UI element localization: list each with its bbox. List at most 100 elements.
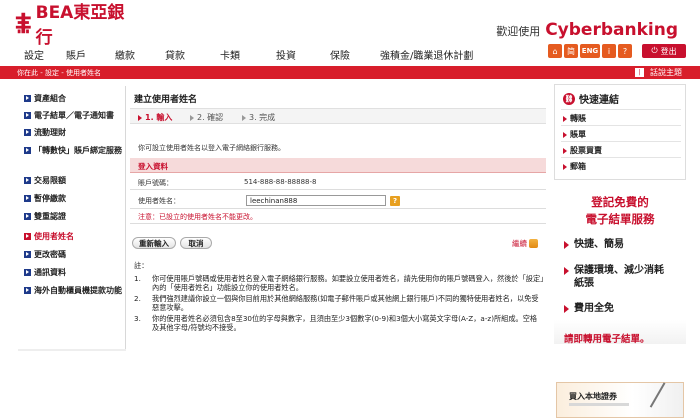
- breadcrumb: 你在此 - 設定 - 使用者姓名: [17, 69, 101, 77]
- arrow-icon: [564, 267, 569, 275]
- note-text: 你可使用賬戶號碼或使用者姓名登入電子網絡銀行服務。如要設立使用者姓名，請先使用你…: [152, 273, 544, 293]
- sidebar-item-label: 資產組合: [34, 94, 66, 103]
- sidebar-item-transaction-limit[interactable]: 交易限額: [24, 176, 124, 186]
- securities-banner[interactable]: 買入本地證券: [556, 382, 687, 420]
- promo-title-line2: 電子結單服務: [585, 212, 655, 226]
- bullet-icon: [24, 287, 31, 294]
- sidebar-item-fps[interactable]: 「轉數快」賬戶綁定服務: [24, 146, 124, 156]
- nav-payments[interactable]: 繳款: [115, 47, 135, 62]
- note-item: 2. 我們強烈建議你設立一個與你目前用於其他網絡服務(如電子郵件賬戶或其他網上銀行…: [134, 294, 544, 313]
- nav-investment[interactable]: 投資: [276, 47, 296, 62]
- cyberbanking-page: BEA東亞銀行 歡迎使用 Cyberbanking 設定 賬戶 繳款 貸款 卡類…: [0, 0, 700, 420]
- sidebar-item-portfolio[interactable]: 資產組合: [24, 94, 124, 104]
- promo-link[interactable]: 請即轉用電子結單。: [564, 331, 650, 345]
- step-input: 1. 輸入: [138, 112, 172, 123]
- continue-arrow-icon: [529, 238, 538, 248]
- sidebar-item-label: 海外自動櫃員機提款功能: [34, 286, 122, 295]
- sidebar-item-label: 雙重認證: [34, 212, 66, 221]
- nav-mpf[interactable]: 強積金/職業退休計劃: [380, 47, 473, 62]
- sidebar-item-label: 使用者姓名: [34, 232, 74, 241]
- sidebar-item-label: 暫停繳款: [34, 194, 66, 203]
- account-label: 賬戶號碼：: [138, 179, 173, 187]
- arrow-icon: [138, 114, 142, 121]
- username-input[interactable]: [246, 195, 386, 206]
- note-text: 我們強烈建議你設立一個與你目前用於其他網絡服務(如電子郵件賬戶或其他網上銀行賬戶…: [152, 293, 539, 313]
- sidebar-item-mobile-banking[interactable]: 流動理財: [24, 128, 124, 138]
- sidebar-item-label: 流動理財: [34, 128, 66, 137]
- note-number: 3.: [134, 313, 141, 323]
- sidebar-item-overseas-atm[interactable]: 海外自動櫃員機提款功能: [24, 286, 124, 296]
- continue-button[interactable]: 繼續: [512, 237, 538, 249]
- welcome-banner: 歡迎使用 Cyberbanking: [496, 20, 678, 40]
- sidebar-item-label: 電子結單／電子通知書: [34, 111, 114, 120]
- nav-insurance[interactable]: 保險: [330, 47, 350, 62]
- step-label: 3. 完成: [249, 113, 276, 122]
- account-number: 514-888-88-88888-8: [244, 178, 317, 186]
- note-number: 2.: [134, 293, 141, 303]
- sidebar-item-estatement[interactable]: 電子結單／電子通知書: [24, 111, 124, 121]
- note-text: 你的使用者姓名必須包含8至30位的字母與數字，且須由至少3個數字(0-9)和3個…: [152, 313, 538, 333]
- continue-label: 繼續: [512, 238, 527, 248]
- pen-icon: [649, 382, 687, 420]
- nav-loans[interactable]: 貸款: [165, 47, 185, 62]
- bullet-icon: [24, 177, 31, 184]
- sidebar-item-username[interactable]: 使用者姓名: [24, 232, 124, 242]
- help-icon[interactable]: ?: [390, 196, 400, 206]
- reset-button[interactable]: 重新輸入: [132, 237, 176, 249]
- nav-cards[interactable]: 卡類: [220, 47, 240, 62]
- arrow-icon: [564, 241, 569, 249]
- promo-bullet-text: 費用全免: [574, 303, 614, 314]
- bullet-icon: [24, 233, 31, 240]
- promo-bullet-text: 保護環境、減少消耗紙張: [574, 265, 664, 289]
- notes-section: 註： 1. 你可使用賬戶號碼或使用者姓名登入電子網絡銀行服務。如要設立使用者姓名，…: [134, 261, 544, 334]
- intro-text: 你可設立使用者姓名以登入電子網絡銀行服務。: [138, 144, 285, 152]
- welcome-text: 歡迎使用: [496, 25, 541, 38]
- sidebar-item-label: 更改密碼: [34, 250, 66, 259]
- info-icon[interactable]: i: [602, 44, 616, 58]
- sidebar-item-change-password[interactable]: 更改密碼: [24, 250, 124, 260]
- step-confirm: 2. 確認: [190, 112, 223, 123]
- arrow-icon: [190, 114, 194, 121]
- theme-link[interactable]: 話說主題: [650, 67, 682, 78]
- promo-bullet: 快捷、簡易: [564, 238, 624, 251]
- bea-logo[interactable]: BEA東亞銀行: [14, 3, 134, 48]
- step-complete: 3. 完成: [242, 112, 275, 123]
- banner-line: [569, 403, 629, 406]
- help-icon[interactable]: ?: [618, 44, 632, 58]
- bea-emblem-icon: [15, 12, 31, 34]
- note-item: 1. 你可使用賬戶號碼或使用者姓名登入電子網絡銀行服務。如要設立使用者姓名，請先使…: [134, 274, 544, 293]
- bullet-icon: [24, 147, 31, 154]
- right-column: ⛓ 快速連結 轉賬 賬單 股票買賣 郵箱 登記免費的 電子結單服務 快捷、簡易 保…: [554, 84, 686, 420]
- step-label: 2. 確認: [197, 113, 224, 122]
- sidebar-item-label: 通訊資料: [34, 268, 66, 277]
- estatement-promo[interactable]: 登記免費的 電子結單服務 快捷、簡易 保護環境、減少消耗紙張 費用全免 請即轉用…: [554, 84, 686, 364]
- bullet-icon: [24, 129, 31, 136]
- cancel-button[interactable]: 取消: [180, 237, 212, 249]
- bullet-icon: [24, 269, 31, 276]
- username-label: 使用者姓名：: [138, 197, 180, 205]
- simplified-chinese-icon[interactable]: 简: [564, 44, 578, 58]
- page-title: 建立使用者姓名: [134, 95, 198, 105]
- logout-button[interactable]: ⏻ 登出: [642, 44, 686, 58]
- bullet-icon: [24, 195, 31, 202]
- sidebar-item-contact[interactable]: 通訊資料: [24, 268, 124, 278]
- arrow-icon: [242, 114, 246, 121]
- nav-accounts[interactable]: 賬戶: [66, 47, 86, 62]
- bullet-icon: [24, 213, 31, 220]
- banner-text: 買入本地證券: [569, 392, 617, 401]
- sidebar-item-suspend-payment[interactable]: 暫停繳款: [24, 194, 124, 204]
- english-icon[interactable]: ENG: [580, 44, 600, 58]
- bullet-icon: [24, 95, 31, 102]
- login-info-header: 登入資料: [130, 158, 546, 173]
- notes-heading: 註：: [134, 261, 149, 270]
- account-row: 賬戶號碼： 514-888-88-88888-8: [130, 175, 546, 190]
- sidebar-divider: [18, 349, 126, 351]
- promo-bullet-text: 快捷、簡易: [574, 239, 624, 250]
- home-icon[interactable]: ⌂: [548, 44, 562, 58]
- note-number: 1.: [134, 273, 141, 283]
- nav-settings[interactable]: 設定: [24, 47, 44, 62]
- bank-name: BEA東亞銀行: [35, 3, 125, 48]
- divider-icon: |: [635, 68, 644, 77]
- breadcrumb-right: | 話說主題: [635, 67, 682, 78]
- sidebar-item-2fa[interactable]: 雙重認證: [24, 212, 124, 222]
